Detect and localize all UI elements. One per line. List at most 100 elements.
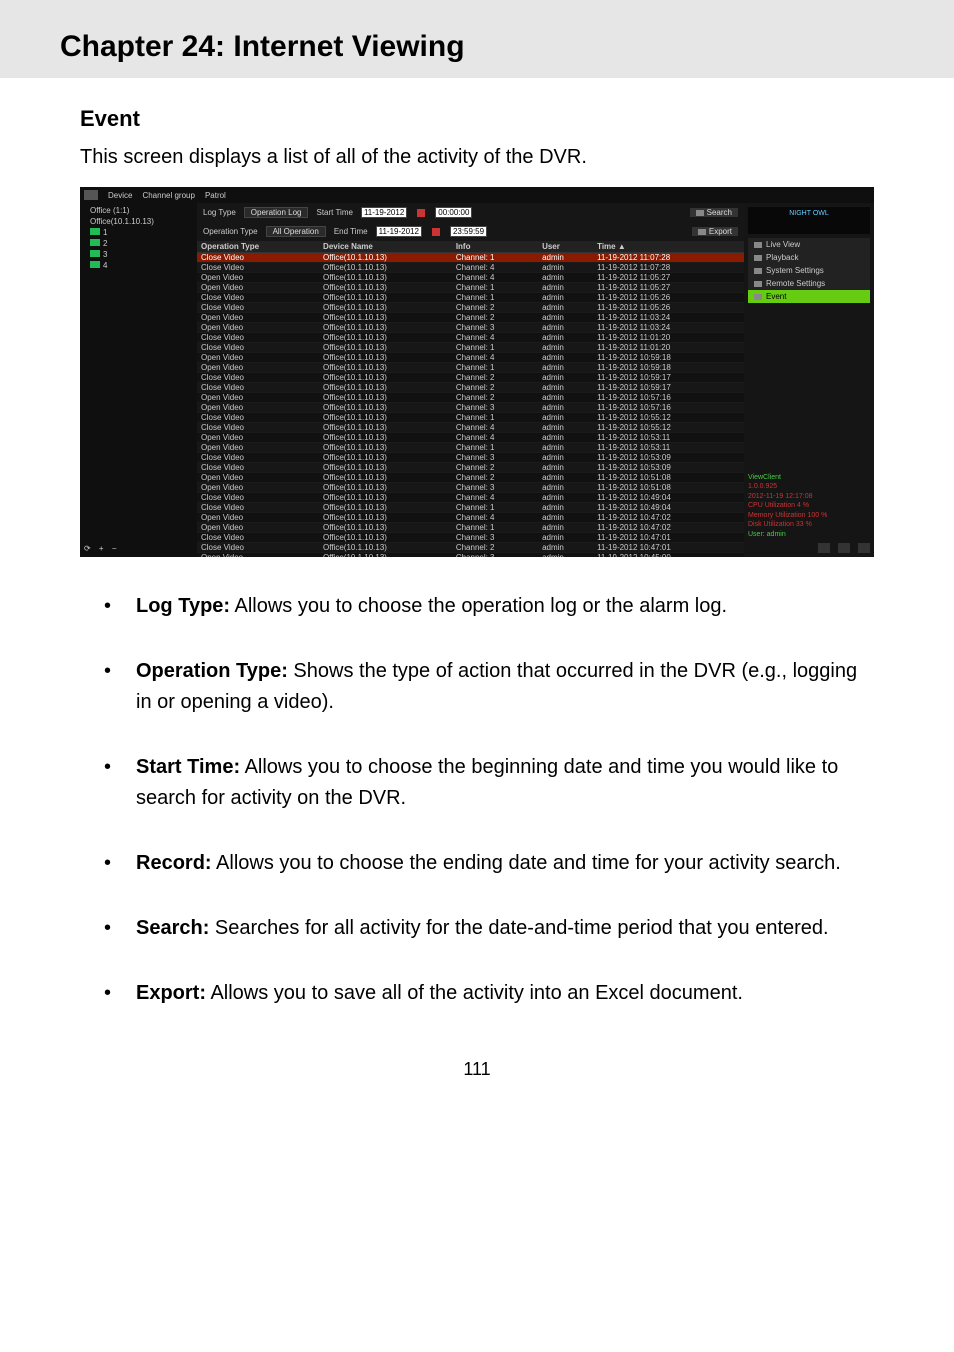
table-cell: Office(10.1.10.13) bbox=[319, 343, 452, 353]
table-row[interactable]: Open VideoOffice(10.1.10.13)Channel: 2ad… bbox=[197, 473, 744, 483]
right-tab-playback[interactable]: Playback bbox=[748, 251, 870, 264]
keyboard-icon[interactable] bbox=[818, 543, 830, 553]
table-row[interactable]: Open VideoOffice(10.1.10.13)Channel: 2ad… bbox=[197, 393, 744, 403]
right-tab-remote-settings[interactable]: Remote Settings bbox=[748, 277, 870, 290]
start-time-input[interactable]: 00:00:00 bbox=[435, 207, 472, 218]
table-cell: Open Video bbox=[197, 283, 319, 293]
calendar-icon[interactable] bbox=[417, 209, 425, 217]
table-row[interactable]: Close VideoOffice(10.1.10.13)Channel: 3a… bbox=[197, 453, 744, 463]
table-cell: 11-19-2012 10:47:01 bbox=[593, 533, 744, 543]
table-row[interactable]: Close VideoOffice(10.1.10.13)Channel: 2a… bbox=[197, 373, 744, 383]
table-cell: 11-19-2012 11:05:27 bbox=[593, 283, 744, 293]
search-button[interactable]: Search bbox=[690, 208, 738, 217]
section-heading: Event bbox=[80, 106, 874, 132]
table-cell: Channel: 3 bbox=[452, 403, 538, 413]
table-cell: admin bbox=[538, 443, 593, 453]
power-icon[interactable] bbox=[858, 543, 870, 553]
table-header-cell[interactable]: Info bbox=[452, 241, 538, 253]
table-cell: Open Video bbox=[197, 433, 319, 443]
calendar-icon[interactable] bbox=[432, 228, 440, 236]
table-header-cell[interactable]: Operation Type bbox=[197, 241, 319, 253]
table-row[interactable]: Close VideoOffice(10.1.10.13)Channel: 2a… bbox=[197, 463, 744, 473]
right-tab-live-view[interactable]: Live View bbox=[748, 238, 870, 251]
table-row[interactable]: Open VideoOffice(10.1.10.13)Channel: 1ad… bbox=[197, 523, 744, 533]
table-row[interactable]: Open VideoOffice(10.1.10.13)Channel: 3ad… bbox=[197, 323, 744, 333]
channel-item[interactable]: 1 bbox=[84, 227, 193, 238]
table-row[interactable]: Open VideoOffice(10.1.10.13)Channel: 2ad… bbox=[197, 313, 744, 323]
table-row[interactable]: Close VideoOffice(10.1.10.13)Channel: 4a… bbox=[197, 493, 744, 503]
channel-item[interactable]: 3 bbox=[84, 249, 193, 260]
table-row[interactable]: Close VideoOffice(10.1.10.13)Channel: 1a… bbox=[197, 413, 744, 423]
table-header-cell[interactable]: User bbox=[538, 241, 593, 253]
right-tab-system-settings[interactable]: System Settings bbox=[748, 264, 870, 277]
topbar-tab[interactable]: Channel group bbox=[142, 191, 194, 200]
table-row[interactable]: Close VideoOffice(10.1.10.13)Channel: 4a… bbox=[197, 263, 744, 273]
end-time-input[interactable]: 23:59:59 bbox=[450, 226, 487, 237]
table-row[interactable]: Close VideoOffice(10.1.10.13)Channel: 1a… bbox=[197, 503, 744, 513]
table-row[interactable]: Close VideoOffice(10.1.10.13)Channel: 4a… bbox=[197, 423, 744, 433]
channel-item[interactable]: 4 bbox=[84, 260, 193, 271]
table-row[interactable]: Close VideoOffice(10.1.10.13)Channel: 1a… bbox=[197, 343, 744, 353]
table-cell: admin bbox=[538, 433, 593, 443]
export-button[interactable]: Export bbox=[692, 227, 738, 236]
table-cell: Channel: 2 bbox=[452, 463, 538, 473]
table-row[interactable]: Open VideoOffice(10.1.10.13)Channel: 1ad… bbox=[197, 443, 744, 453]
bullet-term: Operation Type: bbox=[136, 660, 288, 682]
right-tab-event[interactable]: Event bbox=[748, 290, 870, 303]
table-row[interactable]: Close VideoOffice(10.1.10.13)Channel: 3a… bbox=[197, 533, 744, 543]
start-date-input[interactable]: 11-19-2012 bbox=[361, 207, 407, 218]
table-row[interactable]: Open VideoOffice(10.1.10.13)Channel: 3ad… bbox=[197, 403, 744, 413]
channel-icon bbox=[90, 261, 100, 268]
table-row[interactable]: Open VideoOffice(10.1.10.13)Channel: 3ad… bbox=[197, 483, 744, 493]
table-row[interactable]: Close VideoOffice(10.1.10.13)Channel: 2a… bbox=[197, 543, 744, 553]
export-icon bbox=[698, 229, 706, 235]
bullet-item: Start Time: Allows you to choose the beg… bbox=[80, 752, 874, 814]
table-header-cell[interactable]: Time ▲ bbox=[593, 241, 744, 253]
table-row[interactable]: Open VideoOffice(10.1.10.13)Channel: 4ad… bbox=[197, 513, 744, 523]
op-type-select[interactable]: All Operation bbox=[266, 226, 326, 237]
table-cell: Open Video bbox=[197, 443, 319, 453]
table-cell: admin bbox=[538, 373, 593, 383]
table-cell: admin bbox=[538, 503, 593, 513]
table-row[interactable]: Close VideoOffice(10.1.10.13)Channel: 2a… bbox=[197, 383, 744, 393]
table-row[interactable]: Open VideoOffice(10.1.10.13)Channel: 4ad… bbox=[197, 353, 744, 363]
table-row[interactable]: Close VideoOffice(10.1.10.13)Channel: 4a… bbox=[197, 333, 744, 343]
log-type-select[interactable]: Operation Log bbox=[244, 207, 309, 218]
channel-item[interactable]: 2 bbox=[84, 238, 193, 249]
topbar-tab[interactable]: Device bbox=[108, 191, 132, 200]
right-panel: NIGHT OWL Live ViewPlaybackSystem Settin… bbox=[744, 203, 874, 557]
table-row[interactable]: Close VideoOffice(10.1.10.13)Channel: 1a… bbox=[197, 293, 744, 303]
tab-label: Playback bbox=[766, 253, 798, 262]
table-cell: 11-19-2012 10:47:02 bbox=[593, 523, 744, 533]
lock-icon[interactable] bbox=[838, 543, 850, 553]
table-row[interactable]: Open VideoOffice(10.1.10.13)Channel: 3ad… bbox=[197, 553, 744, 558]
tab-icon bbox=[754, 242, 762, 248]
table-cell: Channel: 1 bbox=[452, 503, 538, 513]
end-time-label: End Time bbox=[334, 227, 368, 236]
table-cell: Close Video bbox=[197, 453, 319, 463]
topbar-tab[interactable]: Patrol bbox=[205, 191, 226, 200]
device-expanded[interactable]: Office(10.1.10.13) bbox=[84, 216, 193, 227]
table-cell: 11-19-2012 10:59:17 bbox=[593, 373, 744, 383]
table-cell: Close Video bbox=[197, 533, 319, 543]
export-button-label: Export bbox=[709, 227, 732, 236]
table-cell: Office(10.1.10.13) bbox=[319, 273, 452, 283]
table-row[interactable]: Close VideoOffice(10.1.10.13)Channel: 2a… bbox=[197, 303, 744, 313]
table-cell: admin bbox=[538, 463, 593, 473]
tab-icon bbox=[754, 268, 762, 274]
bullet-item: Operation Type: Shows the type of action… bbox=[80, 656, 874, 718]
table-cell: Channel: 4 bbox=[452, 423, 538, 433]
tree-controls[interactable]: ⟳ + − bbox=[84, 544, 120, 553]
table-cell: Open Video bbox=[197, 273, 319, 283]
end-date-input[interactable]: 11-19-2012 bbox=[376, 226, 422, 237]
table-row[interactable]: Open VideoOffice(10.1.10.13)Channel: 1ad… bbox=[197, 283, 744, 293]
device-list[interactable]: Office (1:1) Office(10.1.10.13) 1 2 3 4 bbox=[84, 205, 193, 271]
table-header-cell[interactable]: Device Name bbox=[319, 241, 452, 253]
table-cell: Open Video bbox=[197, 353, 319, 363]
device-root[interactable]: Office (1:1) bbox=[84, 205, 193, 216]
table-row[interactable]: Open VideoOffice(10.1.10.13)Channel: 4ad… bbox=[197, 433, 744, 443]
table-row[interactable]: Close VideoOffice(10.1.10.13)Channel: 1a… bbox=[197, 253, 744, 263]
table-row[interactable]: Open VideoOffice(10.1.10.13)Channel: 1ad… bbox=[197, 363, 744, 373]
table-row[interactable]: Open VideoOffice(10.1.10.13)Channel: 4ad… bbox=[197, 273, 744, 283]
table-cell: admin bbox=[538, 343, 593, 353]
